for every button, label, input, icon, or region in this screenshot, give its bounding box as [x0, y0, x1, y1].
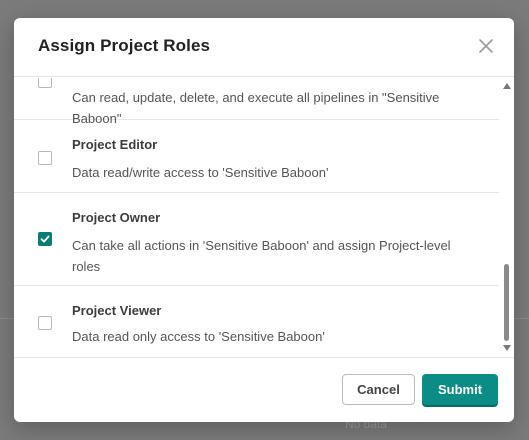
role-name: Project Owner — [72, 210, 161, 225]
close-button[interactable] — [476, 36, 496, 56]
scroll-down-icon[interactable] — [503, 345, 511, 351]
role-name: Project Editor — [72, 137, 158, 152]
checkmark-icon — [40, 235, 50, 243]
modal-header: Assign Project Roles — [14, 18, 514, 77]
role-item-project-editor: Project Editor Data read/write access to… — [14, 120, 499, 193]
role-item-project-viewer: Project Viewer Data read only access to … — [14, 286, 499, 357]
modal-title: Assign Project Roles — [38, 36, 211, 55]
submit-button[interactable]: Submit — [422, 374, 498, 405]
scroll-thumb[interactable] — [504, 264, 509, 341]
scroll-up-icon[interactable] — [503, 83, 511, 89]
role-checkbox-pipeline[interactable] — [38, 78, 52, 88]
role-name: Project Viewer — [72, 303, 162, 318]
role-checkbox-project-owner[interactable] — [38, 232, 52, 246]
role-checkbox-project-viewer[interactable] — [38, 316, 52, 330]
role-description: Can take all actions in 'Sensitive Baboo… — [72, 238, 451, 274]
role-description: Data read only access to 'Sensitive Babo… — [72, 329, 325, 344]
cancel-button[interactable]: Cancel — [342, 374, 415, 405]
role-item-pipeline: Can read, update, delete, and execute al… — [14, 78, 499, 126]
roles-list[interactable]: Can read, update, delete, and execute al… — [14, 78, 514, 358]
role-item-project-owner: Project Owner Can take all actions in 'S… — [14, 193, 499, 286]
role-checkbox-project-editor[interactable] — [38, 151, 52, 165]
modal-footer: Cancel Submit — [14, 359, 514, 422]
roles-scrollbar[interactable] — [499, 78, 514, 357]
role-description: Data read/write access to 'Sensitive Bab… — [72, 165, 329, 180]
close-icon — [479, 39, 493, 53]
assign-roles-modal: Assign Project Roles Can read, update, d… — [14, 18, 514, 422]
